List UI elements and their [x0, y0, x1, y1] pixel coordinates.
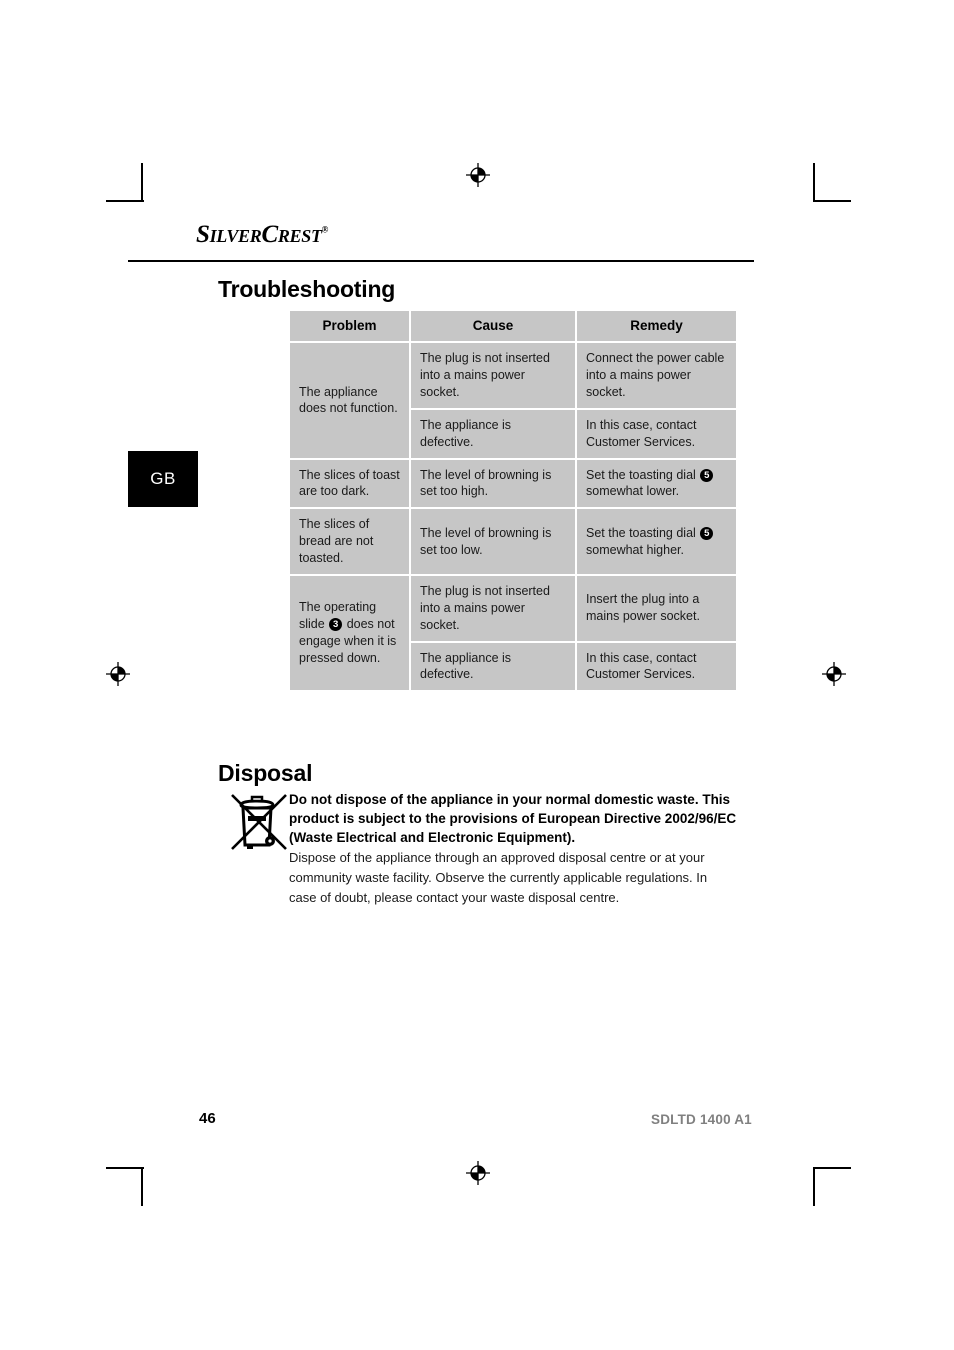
cell-remedy: Insert the plug into a mains power socke… [577, 575, 736, 641]
crossed-out-wheelie-bin-icon [231, 794, 287, 850]
reference-number-badge: 5 [700, 526, 714, 540]
column-header-problem: Problem [290, 311, 409, 342]
disposal-warning-text: Do not dispose of the appliance in your … [289, 792, 737, 846]
cell-remedy: In this case, contact Customer Services. [577, 409, 736, 458]
cell-cause: The appliance is defective. [411, 642, 575, 691]
cell-cause: The plug is not inserted into a mains po… [411, 343, 575, 408]
cell-problem: The slices of toast are too dark. [290, 459, 409, 508]
page-number: 46 [199, 1110, 216, 1127]
reference-number-badge: 3 [329, 618, 343, 632]
cell-remedy: Set the toasting dial 5 somewhat higher. [577, 509, 736, 574]
cell-cause: The level of browning is set too low. [411, 509, 575, 574]
cell-cause: The level of browning is set too high. [411, 459, 575, 508]
crop-mark-bottom-right-vertical [813, 1168, 815, 1206]
registered-trademark-icon: ® [321, 224, 329, 235]
cell-problem: The operating slide 3 does not engage wh… [290, 575, 409, 691]
document-page: SilverCrest® GB Troubleshooting Problem … [0, 0, 954, 1350]
model-code: SDLTD 1400 A1 [651, 1112, 752, 1127]
table-header-row: Problem Cause Remedy [290, 311, 736, 342]
crop-mark-bottom-left-vertical [141, 1168, 143, 1206]
table-row: The appliance does not function. The plu… [290, 343, 736, 458]
header-divider [128, 260, 754, 262]
troubleshooting-heading: Troubleshooting [218, 276, 396, 302]
brand-logo-text: SilverCrest [196, 221, 322, 248]
language-tab-label: GB [150, 469, 176, 488]
crop-mark-top-right-horizontal [813, 200, 851, 202]
registration-mark-left [106, 662, 130, 686]
table-row: The operating slide 3 does not engage wh… [290, 575, 736, 691]
cell-remedy-text-before: Set the toasting dial [586, 467, 696, 482]
troubleshooting-table: Problem Cause Remedy The appliance does … [288, 309, 738, 693]
column-header-cause: Cause [411, 311, 575, 342]
disposal-body-text: Dispose of the appliance through an appr… [289, 850, 708, 905]
cell-remedy-text-after: somewhat lower. [586, 484, 680, 499]
crop-mark-top-right-vertical [813, 163, 815, 201]
table-row: The slices of toast are too dark. The le… [290, 459, 736, 508]
cell-remedy-text-before: Set the toasting dial [586, 525, 696, 540]
cell-cause: The appliance is defective. [411, 409, 575, 458]
cell-cause: The plug is not inserted into a mains po… [411, 575, 575, 641]
cell-remedy-text-after: somewhat higher. [586, 542, 684, 557]
troubleshooting-table-wrapper: Problem Cause Remedy The appliance does … [288, 309, 738, 693]
table-row: The slices of bread are not toasted. The… [290, 509, 736, 574]
disposal-heading: Disposal [218, 760, 313, 786]
language-tab-gb: GB [128, 451, 198, 507]
registration-mark-top [466, 163, 490, 187]
column-header-remedy: Remedy [577, 311, 736, 342]
registration-mark-right [822, 662, 846, 686]
cell-problem: The appliance does not function. [290, 343, 409, 458]
cell-remedy: In this case, contact Customer Services. [577, 642, 736, 691]
registration-mark-bottom [466, 1161, 490, 1185]
crop-mark-top-left-horizontal [106, 200, 144, 202]
crop-mark-bottom-right-horizontal [813, 1167, 851, 1169]
brand-logo: SilverCrest® [196, 222, 328, 247]
reference-number-badge: 5 [700, 468, 714, 482]
cell-problem: The slices of bread are not toasted. [290, 509, 409, 574]
cell-remedy: Set the toasting dial 5 somewhat lower. [577, 459, 736, 508]
crop-mark-bottom-left-horizontal [106, 1167, 144, 1169]
crop-mark-top-left-vertical [141, 163, 143, 201]
cell-remedy: Connect the power cable into a mains pow… [577, 343, 736, 408]
